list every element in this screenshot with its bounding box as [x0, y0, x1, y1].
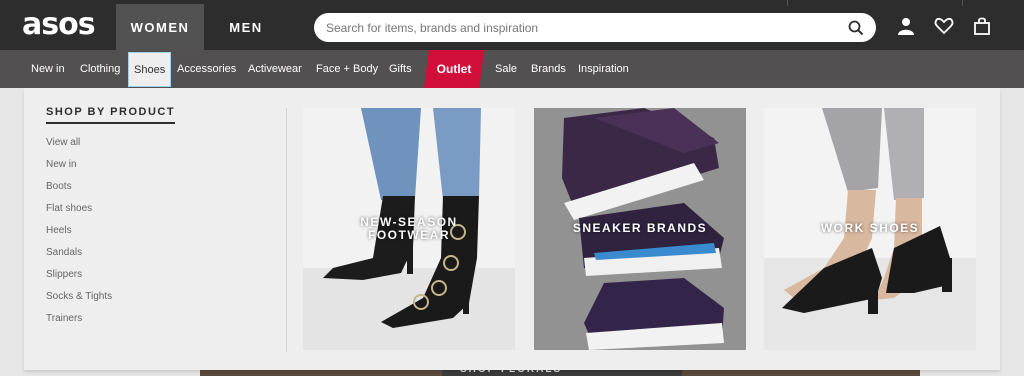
tile-sneaker-brands[interactable]: SNEAKER BRANDS	[534, 108, 746, 350]
search-input[interactable]	[326, 20, 848, 35]
nav-clothing[interactable]: Clothing	[80, 50, 120, 88]
category-nav: New in Clothing Shoes Accessories Active…	[0, 50, 1024, 88]
nav-accessories[interactable]: Accessories	[177, 50, 236, 88]
account-icon[interactable]	[895, 15, 917, 37]
link-new-in[interactable]: New in	[46, 154, 112, 176]
tile-label: NEW-SEASON FOOTWEAR	[360, 215, 458, 242]
tile-label: WORK SHOES	[820, 221, 920, 235]
link-sandals[interactable]: Sandals	[46, 242, 112, 264]
heart-icon[interactable]	[933, 15, 955, 37]
tile-new-season-footwear[interactable]: NEW-SEASON FOOTWEAR	[303, 108, 515, 350]
top-divider	[787, 0, 788, 6]
top-divider	[962, 0, 963, 6]
shop-by-product-list: View all New in Boots Flat shoes Heels S…	[46, 132, 112, 330]
nav-activewear[interactable]: Activewear	[248, 50, 302, 88]
search-icon[interactable]	[848, 20, 864, 36]
top-header-bar: asos WOMEN MEN	[0, 0, 1024, 50]
tile-work-shoes[interactable]: WORK SHOES	[764, 108, 976, 350]
nav-gifts[interactable]: Gifts	[389, 50, 412, 88]
link-socks-tights[interactable]: Socks & Tights	[46, 286, 112, 308]
link-view-all[interactable]: View all	[46, 132, 112, 154]
tab-men[interactable]: MEN	[204, 4, 288, 50]
link-trainers[interactable]: Trainers	[46, 308, 112, 330]
menu-divider	[286, 108, 287, 352]
search-bar	[314, 13, 876, 42]
nav-brands[interactable]: Brands	[531, 50, 566, 88]
nav-face-body[interactable]: Face + Body	[316, 50, 378, 88]
bag-icon[interactable]	[971, 15, 993, 37]
nav-shoes[interactable]: Shoes	[128, 52, 172, 87]
tile-label: SNEAKER BRANDS	[572, 221, 708, 235]
nav-outlet[interactable]: Outlet	[424, 50, 484, 88]
asos-logo[interactable]: asos	[22, 8, 96, 42]
link-heels[interactable]: Heels	[46, 220, 112, 242]
link-flat-shoes[interactable]: Flat shoes	[46, 198, 112, 220]
link-boots[interactable]: Boots	[46, 176, 112, 198]
section-title: SHOP BY PRODUCT	[46, 106, 176, 124]
link-slippers[interactable]: Slippers	[46, 264, 112, 286]
shoes-dropdown-menu: SHOP BY PRODUCT View all New in Boots Fl…	[24, 88, 1000, 370]
tab-women[interactable]: WOMEN	[116, 4, 204, 50]
nav-inspiration[interactable]: Inspiration	[578, 50, 629, 88]
nav-new-in[interactable]: New in	[31, 50, 65, 88]
nav-sale[interactable]: Sale	[495, 50, 517, 88]
